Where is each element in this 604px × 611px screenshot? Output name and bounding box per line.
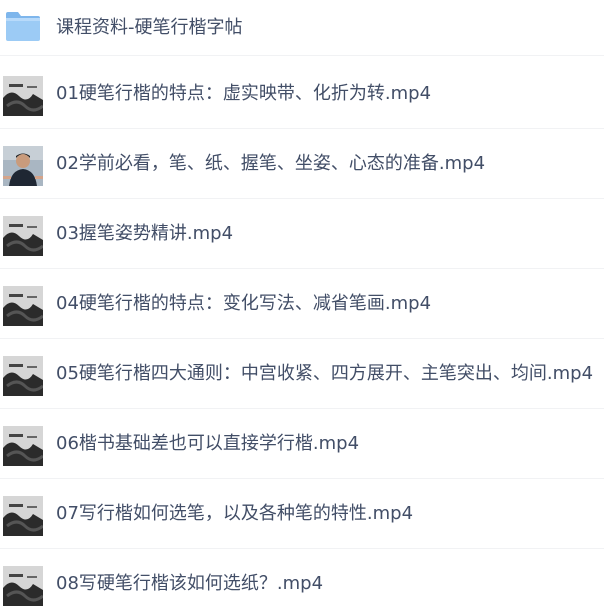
folder-name: 课程资料-硬笔行楷字帖: [56, 17, 243, 38]
file-name: 07写行楷如何选笔，以及各种笔的特性.mp4: [56, 503, 414, 524]
file-name: 08写硬笔行楷该如何选纸？.mp4: [56, 573, 324, 594]
presenter-thumbnail: [3, 146, 43, 186]
file-list: 课程资料-硬笔行楷字帖 01硬笔行楷的特点：虚实映带、化折为转.mp4 02学前…: [0, 0, 604, 611]
ink-painting-thumbnail: [3, 496, 43, 536]
file-row[interactable]: 05硬笔行楷四大通则：中宫收紧、四方展开、主笔突出、均间.mp4: [0, 339, 604, 409]
file-row[interactable]: 06楷书基础差也可以直接学行楷.mp4: [0, 409, 604, 479]
file-row[interactable]: 03握笔姿势精讲.mp4: [0, 199, 604, 269]
file-row[interactable]: 07写行楷如何选笔，以及各种笔的特性.mp4: [0, 479, 604, 549]
ink-painting-thumbnail: [3, 76, 43, 116]
ink-painting-thumbnail: [3, 566, 43, 606]
folder-icon: [6, 12, 40, 41]
file-row[interactable]: 01硬笔行楷的特点：虚实映带、化折为转.mp4: [0, 59, 604, 129]
file-name: 03握笔姿势精讲.mp4: [56, 223, 234, 244]
folder-row[interactable]: 课程资料-硬笔行楷字帖: [0, 0, 604, 56]
ink-painting-thumbnail: [3, 216, 43, 256]
file-row[interactable]: 04硬笔行楷的特点：变化写法、减省笔画.mp4: [0, 269, 604, 339]
file-row[interactable]: 02学前必看，笔、纸、握笔、坐姿、心态的准备.mp4: [0, 129, 604, 199]
file-name: 06楷书基础差也可以直接学行楷.mp4: [56, 433, 360, 454]
ink-painting-thumbnail: [3, 426, 43, 466]
ink-painting-thumbnail: [3, 286, 43, 326]
ink-painting-thumbnail: [3, 356, 43, 396]
file-name: 01硬笔行楷的特点：虚实映带、化折为转.mp4: [56, 83, 432, 104]
file-row[interactable]: 08写硬笔行楷该如何选纸？.mp4: [0, 549, 604, 611]
file-name: 05硬笔行楷四大通则：中宫收紧、四方展开、主笔突出、均间.mp4: [56, 363, 594, 384]
file-name: 04硬笔行楷的特点：变化写法、减省笔画.mp4: [56, 293, 432, 314]
file-name: 02学前必看，笔、纸、握笔、坐姿、心态的准备.mp4: [56, 153, 486, 174]
